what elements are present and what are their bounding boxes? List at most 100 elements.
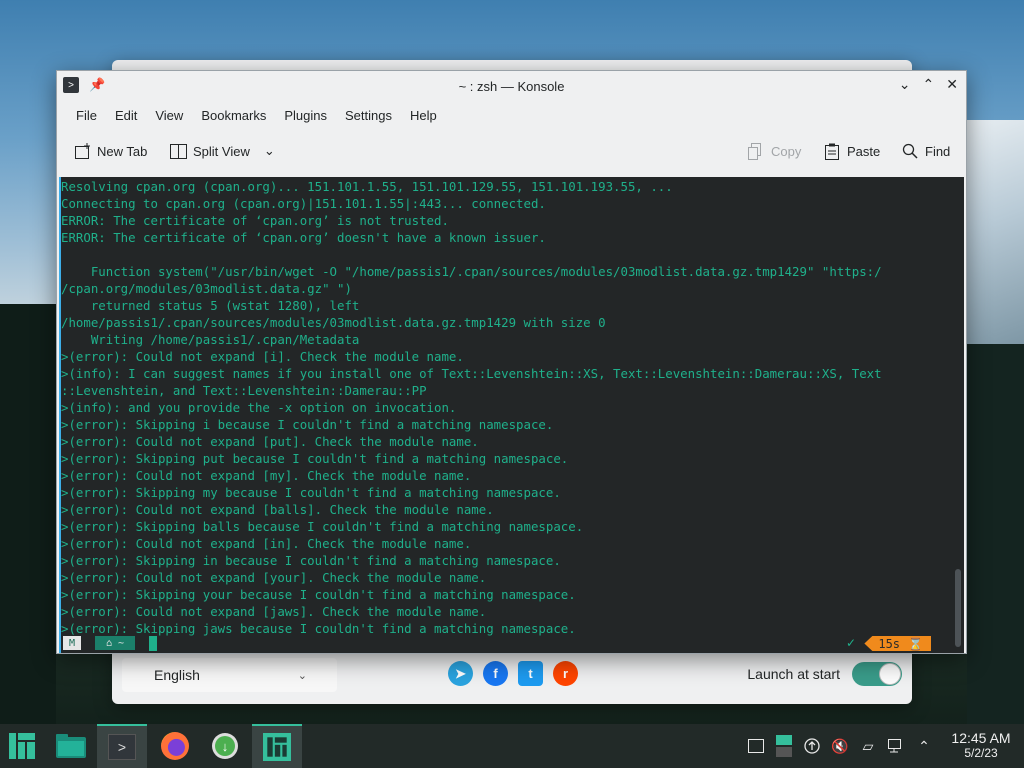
find-label: Find	[925, 143, 951, 159]
paste-button[interactable]: Paste	[823, 142, 880, 160]
terminal-line: >(error): Could not expand [i]. Check th…	[61, 349, 464, 364]
copy-icon	[747, 142, 765, 160]
konsole-icon: >	[108, 734, 136, 760]
terminal-line: Resolving cpan.org (cpan.org)... 151.101…	[61, 179, 673, 194]
pin-icon[interactable]: 📌	[89, 77, 105, 93]
manjaro-prompt-icon: M	[63, 636, 81, 650]
split-view-button[interactable]: Split View ⌄	[169, 142, 275, 160]
terminal-line: >(error): Could not expand [in]. Check t…	[61, 536, 472, 551]
tray-expand-icon[interactable]: ⌃	[910, 738, 938, 755]
telegram-icon[interactable]: ➤	[448, 661, 473, 686]
menu-plugins[interactable]: Plugins	[275, 108, 336, 123]
terminal-line: /cpan.org/modules/03modlist.data.gz" ")	[61, 281, 352, 296]
menu-file[interactable]: File	[67, 108, 106, 123]
prompt-home-segment: ⌂ ~	[95, 636, 135, 650]
terminal-line: >(info): and you provide the -x option o…	[61, 400, 457, 415]
hourglass-icon: ⌛	[908, 636, 923, 651]
language-value: English	[154, 667, 200, 683]
terminal-line: >(error): Skipping balls because I could…	[61, 519, 584, 534]
copy-button[interactable]: Copy	[747, 142, 801, 160]
terminal-line: Connecting to cpan.org (cpan.org)|151.10…	[61, 196, 546, 211]
language-select[interactable]: English ⌄	[122, 658, 337, 692]
new-tab-label: New Tab	[97, 143, 148, 159]
terminal-line: ERROR: The certificate of ‘cpan.org’ is …	[61, 213, 449, 228]
terminal-line: >(error): Could not expand [jaws]. Check…	[61, 604, 487, 619]
digital-clock[interactable]: 12:45 AM 5/2/23	[938, 731, 1024, 761]
network-icon[interactable]	[882, 739, 910, 753]
taskbar-konsole[interactable]: >	[97, 724, 147, 768]
maximize-icon[interactable]: ⌃	[923, 76, 935, 93]
search-icon	[901, 142, 919, 160]
menu-bar: File Edit View Bookmarks Plugins Setting…	[57, 101, 966, 129]
menu-view[interactable]: View	[146, 108, 192, 123]
clock-time: 12:45 AM	[951, 730, 1011, 746]
split-view-label: Split View	[193, 143, 250, 159]
menu-settings[interactable]: Settings	[336, 108, 401, 123]
firefox-icon	[161, 732, 189, 760]
copy-label: Copy	[771, 143, 802, 159]
terminal-line: >(error): Could not expand [balls]. Chec…	[61, 502, 494, 517]
terminal-line: >(error): Skipping put because I couldn'…	[61, 451, 569, 466]
window-title: ~ : zsh — Konsole	[458, 78, 565, 94]
new-tab-button[interactable]: New Tab	[73, 142, 147, 160]
terminal-line: >(error): Could not expand [my]. Check t…	[61, 468, 472, 483]
menu-help[interactable]: Help	[401, 108, 446, 123]
terminal-line: >(error): Could not expand [put]. Check …	[61, 434, 479, 449]
download-icon: ↓	[212, 733, 238, 759]
background-trees-right	[967, 344, 1024, 724]
terminal-line: >(error): Could not expand [your]. Check…	[61, 570, 487, 585]
taskbar-software-updater[interactable]: ↓	[200, 724, 250, 768]
clock-date: 5/2/23	[964, 746, 998, 760]
twitter-icon[interactable]: t	[518, 661, 543, 686]
prompt-line[interactable]: M ⌂ ~ ✓ 15s ⌛	[59, 635, 964, 651]
konsole-window: > 📌 ~ : zsh — Konsole ⌄ ⌃ ✕ File Edit Vi…	[56, 70, 967, 654]
prompt-home-path: ~	[118, 637, 125, 649]
new-tab-icon	[73, 142, 91, 160]
taskbar-firefox[interactable]	[150, 724, 200, 768]
terminal-line: >(error): Skipping in because I couldn't…	[61, 553, 561, 568]
menu-bookmarks[interactable]: Bookmarks	[192, 108, 275, 123]
paste-icon	[823, 142, 841, 160]
launch-at-start-toggle[interactable]	[852, 662, 902, 686]
update-icon[interactable]	[798, 738, 826, 754]
menu-edit[interactable]: Edit	[106, 108, 146, 123]
terminal-line: ERROR: The certificate of ‘cpan.org’ doe…	[61, 230, 546, 245]
terminal-line: >(info): I can suggest names if you inst…	[61, 366, 882, 381]
terminal-line: Function system("/usr/bin/wget -O "/home…	[61, 264, 882, 279]
application-launcher[interactable]	[0, 724, 44, 768]
split-view-icon	[169, 142, 187, 160]
welcome-footer: English ⌄ ➤ f t r Launch at start	[112, 652, 912, 704]
background-trees	[0, 304, 56, 724]
taskbar: > ↓ 🔇 ▱ ⌃ 12:45 AM 5/2/23	[0, 724, 1024, 768]
terminal-area[interactable]: Resolving cpan.org (cpan.org)... 151.101…	[59, 177, 964, 653]
show-desktop-icon[interactable]	[742, 739, 770, 753]
reddit-icon[interactable]: r	[553, 661, 578, 686]
home-icon: ⌂	[105, 637, 112, 649]
find-button[interactable]: Find	[901, 142, 950, 160]
terminal-line: /home/passis1/.cpan/sources/modules/03mo…	[61, 315, 606, 330]
terminal-line: ::Levenshtein, and Text::Levenshtein::Da…	[61, 383, 427, 398]
chevron-down-icon[interactable]: ⌄	[264, 143, 275, 159]
paste-label: Paste	[847, 143, 881, 159]
volume-muted-icon[interactable]: 🔇	[826, 738, 854, 755]
folder-icon	[56, 734, 86, 758]
terminal-cursor	[149, 636, 157, 651]
pager-icon[interactable]	[770, 735, 798, 757]
success-check-icon: ✓	[845, 636, 856, 650]
close-icon[interactable]: ✕	[946, 76, 958, 93]
terminal-output: Resolving cpan.org (cpan.org)... 151.101…	[61, 178, 882, 637]
terminal-line: Writing /home/passis1/.cpan/Metadata	[61, 332, 360, 347]
facebook-icon[interactable]: f	[483, 661, 508, 686]
konsole-app-icon[interactable]: >	[63, 77, 79, 93]
taskbar-manjaro-hello[interactable]	[252, 724, 302, 768]
social-links: ➤ f t r	[448, 661, 578, 686]
terminal-line: >(error): Skipping your because I couldn…	[61, 587, 576, 602]
launch-at-start-label: Launch at start	[747, 666, 840, 682]
terminal-line: >(error): Skipping i because I couldn't …	[61, 417, 554, 432]
title-bar[interactable]: > 📌 ~ : zsh — Konsole ⌄ ⌃ ✕	[57, 71, 966, 101]
minimize-icon[interactable]: ⌄	[899, 76, 911, 93]
usb-device-icon[interactable]: ▱	[854, 738, 882, 755]
taskbar-file-manager[interactable]	[46, 724, 96, 768]
manjaro-logo-icon	[9, 733, 35, 759]
